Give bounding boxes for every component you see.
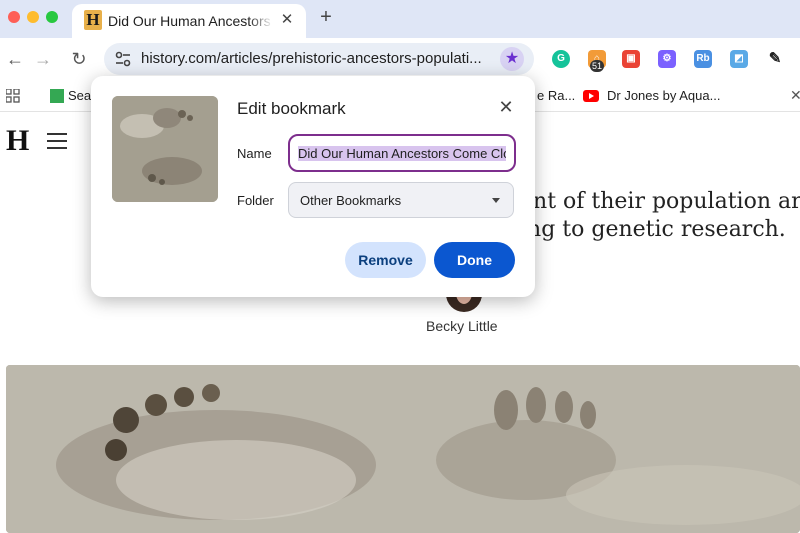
hero-image-footprints	[6, 365, 800, 533]
extension-icon[interactable]: ⚙	[658, 50, 676, 68]
bookmark-thumbnail	[112, 96, 218, 202]
author-name[interactable]: Becky Little	[426, 318, 498, 334]
tab-strip: H Did Our Human Ancestors Co ✕ +	[0, 0, 800, 38]
site-logo[interactable]: H	[6, 124, 29, 158]
address-bar[interactable]: history.com/articles/prehistoric-ancesto…	[104, 43, 534, 75]
subheadline-line: ent of their population aroun	[520, 189, 800, 214]
hamburger-menu-icon[interactable]	[47, 133, 67, 149]
tab-active[interactable]: H Did Our Human Ancestors Co ✕	[72, 4, 306, 38]
close-icon[interactable]: ✕	[496, 97, 516, 117]
extension-icon[interactable]: ▣	[622, 50, 640, 68]
close-window-button[interactable]	[8, 11, 20, 23]
folder-label: Folder	[237, 193, 274, 208]
article-subheadline: ent of their population aroun ing to gen…	[520, 188, 800, 244]
reload-icon[interactable]: ↻	[68, 48, 90, 70]
new-tab-button[interactable]: +	[316, 7, 336, 27]
maximize-window-button[interactable]	[46, 11, 58, 23]
extension-badge: 51	[590, 60, 605, 72]
bookmark-item[interactable]: e Ra...	[537, 88, 575, 103]
url-text: history.com/articles/prehistoric-ancesto…	[141, 50, 482, 67]
tab-title: Did Our Human Ancestors Co	[108, 13, 273, 29]
tab-favicon-icon: H	[84, 10, 102, 30]
folder-dropdown[interactable]: Other Bookmarks	[288, 182, 514, 218]
close-icon[interactable]: ✕	[790, 87, 800, 104]
bookmark-favicon-icon	[50, 89, 64, 103]
minimize-window-button[interactable]	[27, 11, 39, 23]
bookmark-item[interactable]: Sea	[68, 88, 91, 103]
browser-window: H Did Our Human Ancestors Co ✕ + ← → ↻ h…	[0, 0, 800, 533]
name-label: Name	[237, 146, 272, 161]
extension-icon[interactable]: ◩	[730, 50, 748, 68]
subheadline-line: ing to genetic research.	[520, 217, 786, 242]
forward-icon[interactable]: →	[32, 48, 54, 70]
tab-close-icon[interactable]: ✕	[278, 11, 296, 29]
extension-icon[interactable]: Rb	[694, 50, 712, 68]
chevron-down-icon	[492, 198, 500, 203]
bookmark-name-input[interactable]	[288, 134, 516, 172]
dialog-title: Edit bookmark	[237, 99, 346, 118]
apps-grid-icon[interactable]	[6, 89, 20, 103]
remove-button[interactable]: Remove	[345, 242, 426, 278]
site-settings-icon[interactable]	[114, 50, 132, 68]
edit-bookmark-dialog: Edit bookmark ✕ Name Folder Other Bookma…	[91, 76, 535, 297]
toolbar: ← → ↻ history.com/articles/prehistoric-a…	[0, 38, 800, 80]
folder-selected-value: Other Bookmarks	[300, 193, 402, 208]
done-button[interactable]: Done	[434, 242, 515, 278]
bookmark-star-icon[interactable]: ★	[500, 47, 524, 71]
eyedropper-icon[interactable]: ✎	[766, 50, 784, 68]
grammarly-extension-icon[interactable]: G	[552, 50, 570, 68]
bookmark-item[interactable]: Dr Jones by Aqua...	[607, 88, 720, 103]
youtube-icon	[583, 90, 599, 102]
back-icon[interactable]: ←	[4, 48, 26, 70]
